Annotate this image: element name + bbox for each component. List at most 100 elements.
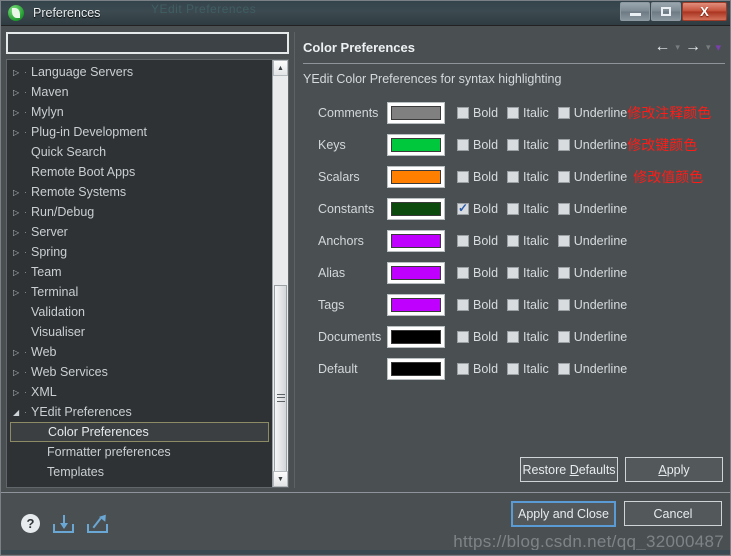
chevron-right-icon[interactable]: ▷ <box>13 348 24 357</box>
bold-checkbox-scalars[interactable]: Bold <box>457 170 498 184</box>
sidebar-item-team[interactable]: ▷ · Team <box>7 262 272 282</box>
tree-scrollbar[interactable]: ▲ ▼ <box>272 60 288 487</box>
italic-checkbox-box[interactable] <box>507 235 520 247</box>
sidebar-item-remote-boot-apps[interactable]: Remote Boot Apps <box>7 162 272 182</box>
underline-checkbox-box[interactable] <box>557 171 570 183</box>
forward-arrow-icon[interactable]: → <box>685 39 701 55</box>
sidebar-item-formatter-preferences[interactable]: Formatter preferences <box>7 442 272 462</box>
preference-tree[interactable]: ▷ · Language Servers ▷ · Maven ▷ · Mylyn ▷ · Plug-i… <box>7 60 272 487</box>
color-swatch-button-default[interactable] <box>387 358 445 380</box>
sidebar-item-terminal[interactable]: ▷ · Terminal <box>7 282 272 302</box>
bold-checkbox-anchors[interactable]: Bold <box>457 234 498 248</box>
chevron-right-icon[interactable]: ▷ <box>13 368 24 377</box>
underline-checkbox-box[interactable] <box>557 331 570 343</box>
underline-checkbox-scalars[interactable]: Underline <box>557 170 627 184</box>
underline-checkbox-tags[interactable]: Underline <box>557 298 627 312</box>
italic-checkbox-constants[interactable]: Italic <box>507 202 549 216</box>
bold-checkbox-box[interactable] <box>457 235 469 247</box>
italic-checkbox-alias[interactable]: Italic <box>507 266 549 280</box>
italic-checkbox-box[interactable] <box>507 203 520 215</box>
sidebar-item-web-services[interactable]: ▷ · Web Services <box>7 362 272 382</box>
sidebar-item-maven[interactable]: ▷ · Maven <box>7 82 272 102</box>
italic-checkbox-comments[interactable]: Italic <box>507 106 549 120</box>
sidebar-item-language-servers[interactable]: ▷ · Language Servers <box>7 62 272 82</box>
color-swatch-button-alias[interactable] <box>387 262 445 284</box>
underline-checkbox-box[interactable] <box>557 235 570 247</box>
underline-checkbox-box[interactable] <box>557 139 570 151</box>
chevron-right-icon[interactable]: ▷ <box>13 128 24 137</box>
underline-checkbox-box[interactable] <box>557 203 570 215</box>
bold-checkbox-keys[interactable]: Bold <box>457 138 498 152</box>
bold-checkbox-box[interactable] <box>457 299 469 311</box>
restore-defaults-button[interactable]: Restore Defaults <box>520 457 618 482</box>
chevron-right-icon[interactable]: ▷ <box>13 208 24 217</box>
bold-checkbox-tags[interactable]: Bold <box>457 298 498 312</box>
scroll-up-button[interactable]: ▲ <box>273 60 288 76</box>
italic-checkbox-box[interactable] <box>507 331 520 343</box>
underline-checkbox-anchors[interactable]: Underline <box>557 234 627 248</box>
sidebar-item-server[interactable]: ▷ · Server <box>7 222 272 242</box>
italic-checkbox-box[interactable] <box>507 171 520 183</box>
underline-checkbox-alias[interactable]: Underline <box>557 266 627 280</box>
italic-checkbox-scalars[interactable]: Italic <box>507 170 549 184</box>
color-swatch-button-constants[interactable] <box>387 198 445 220</box>
sidebar-item-spring[interactable]: ▷ · Spring <box>7 242 272 262</box>
filter-input[interactable] <box>8 34 287 52</box>
view-menu-chevron-down-icon[interactable]: ▾ <box>715 41 721 54</box>
chevron-right-icon[interactable]: ▷ <box>13 108 24 117</box>
bold-checkbox-comments[interactable]: Bold <box>457 106 498 120</box>
help-icon[interactable]: ? <box>21 514 40 533</box>
chevron-right-icon[interactable]: ▷ <box>13 88 24 97</box>
maximize-button[interactable] <box>651 2 681 21</box>
italic-checkbox-box[interactable] <box>507 267 520 279</box>
sidebar-item-run-debug[interactable]: ▷ · Run/Debug <box>7 202 272 222</box>
export-icon[interactable] <box>87 512 109 533</box>
italic-checkbox-tags[interactable]: Italic <box>507 298 549 312</box>
italic-checkbox-box[interactable] <box>507 299 520 311</box>
bold-checkbox-alias[interactable]: Bold <box>457 266 498 280</box>
color-swatch-button-tags[interactable] <box>387 294 445 316</box>
back-history-chevron-down-icon[interactable]: ▾ <box>675 42 680 53</box>
underline-checkbox-default[interactable]: Underline <box>557 362 627 376</box>
italic-checkbox-keys[interactable]: Italic <box>507 138 549 152</box>
sidebar-item-validation[interactable]: Validation <box>7 302 272 322</box>
chevron-right-icon[interactable]: ▷ <box>13 188 24 197</box>
bold-checkbox-box[interactable] <box>457 171 469 183</box>
forward-history-chevron-down-icon[interactable]: ▾ <box>706 42 711 53</box>
import-icon[interactable] <box>53 514 74 533</box>
italic-checkbox-box[interactable] <box>507 363 520 375</box>
chevron-right-icon[interactable]: ▷ <box>13 248 24 257</box>
bold-checkbox-documents[interactable]: Bold <box>457 330 498 344</box>
sidebar-item-yedit-preferences[interactable]: ◢ · YEdit Preferences <box>7 402 272 422</box>
underline-checkbox-keys[interactable]: Underline <box>557 138 627 152</box>
underline-checkbox-documents[interactable]: Underline <box>557 330 627 344</box>
chevron-right-icon[interactable]: ▷ <box>13 68 24 77</box>
scroll-down-button[interactable]: ▼ <box>273 471 288 487</box>
underline-checkbox-box[interactable] <box>557 363 570 375</box>
sidebar-item-web[interactable]: ▷ · Web <box>7 342 272 362</box>
sidebar-item-quick-search[interactable]: Quick Search <box>7 142 272 162</box>
sidebar-item-xml[interactable]: ▷ · XML <box>7 382 272 402</box>
sidebar-item-templates[interactable]: Templates <box>7 462 272 482</box>
sidebar-item-visualiser[interactable]: Visualiser <box>7 322 272 342</box>
chevron-down-icon[interactable]: ◢ <box>13 408 24 417</box>
italic-checkbox-default[interactable]: Italic <box>507 362 549 376</box>
scrollbar-thumb[interactable] <box>274 285 287 487</box>
bold-checkbox-box[interactable] <box>457 267 469 279</box>
close-button[interactable]: X <box>682 2 727 21</box>
filter-field-wrapper[interactable] <box>6 32 289 54</box>
chevron-right-icon[interactable]: ▷ <box>13 228 24 237</box>
chevron-right-icon[interactable]: ▷ <box>13 288 24 297</box>
sidebar-item-plug-in-development[interactable]: ▷ · Plug-in Development <box>7 122 272 142</box>
color-swatch-button-keys[interactable] <box>387 134 445 156</box>
apply-and-close-button[interactable]: Apply and Close <box>511 501 616 527</box>
underline-checkbox-box[interactable] <box>557 267 570 279</box>
color-swatch-button-documents[interactable] <box>387 326 445 348</box>
bold-checkbox-constants[interactable]: Bold <box>457 201 498 216</box>
italic-checkbox-anchors[interactable]: Italic <box>507 234 549 248</box>
bold-checkbox-box[interactable] <box>457 139 469 151</box>
bold-checkbox-box[interactable] <box>457 107 469 119</box>
sidebar-item-remote-systems[interactable]: ▷ · Remote Systems <box>7 182 272 202</box>
minimize-button[interactable] <box>620 2 650 21</box>
cancel-button[interactable]: Cancel <box>624 501 722 526</box>
